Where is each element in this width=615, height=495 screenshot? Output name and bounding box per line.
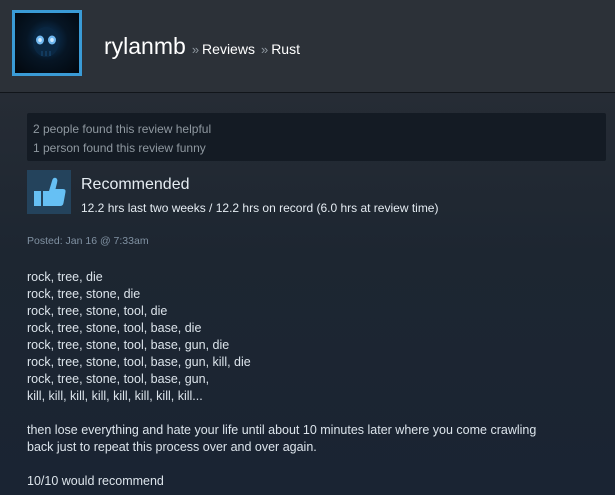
user-name-link[interactable]: rylanmb (104, 33, 186, 59)
skull-avatar-icon (33, 27, 59, 57)
review-line: rock, tree, stone, tool, base, gun, (27, 372, 210, 386)
playtime-hours: 12.2 hrs last two weeks / 12.2 hrs on re… (81, 201, 439, 215)
breadcrumb-separator: » (191, 42, 200, 57)
reviews-link[interactable]: Reviews (202, 41, 255, 57)
review-verdict: 10/10 would recommend (27, 474, 164, 488)
review-paragraph-line: then lose everything and hate your life … (27, 423, 537, 437)
avatar[interactable] (15, 13, 79, 73)
game-link[interactable]: Rust (271, 41, 300, 57)
recommendation-badge (27, 170, 71, 214)
thumbs-up-icon (34, 177, 66, 206)
profile-header: rylanmb» Reviews» Rust (0, 0, 615, 93)
review-line: rock, tree, stone, tool, base, gun, kill… (27, 355, 251, 369)
review-line: rock, tree, die (27, 270, 103, 284)
funny-count: 1 person found this review funny (33, 141, 206, 155)
review-paragraph-line: back just to repeat this process over an… (27, 440, 317, 454)
review-line: rock, tree, stone, die (27, 287, 141, 301)
helpful-count: 2 people found this review helpful (33, 122, 212, 136)
recommendation-title[interactable]: Recommended (81, 176, 190, 194)
review-line: rock, tree, stone, tool, base, gun, die (27, 338, 230, 352)
review-line: rock, tree, stone, tool, base, die (27, 321, 202, 335)
review-line: kill, kill, kill, kill, kill, kill, kill… (27, 389, 203, 403)
breadcrumb: rylanmb» Reviews» Rust (104, 33, 300, 60)
avatar-frame[interactable] (12, 10, 82, 76)
review-feedback-box: 2 people found this review helpful 1 per… (27, 113, 606, 161)
posted-date: Posted: Jan 16 @ 7:33am (27, 235, 149, 247)
breadcrumb-separator: » (260, 42, 269, 57)
review-line: rock, tree, stone, tool, die (27, 304, 168, 318)
